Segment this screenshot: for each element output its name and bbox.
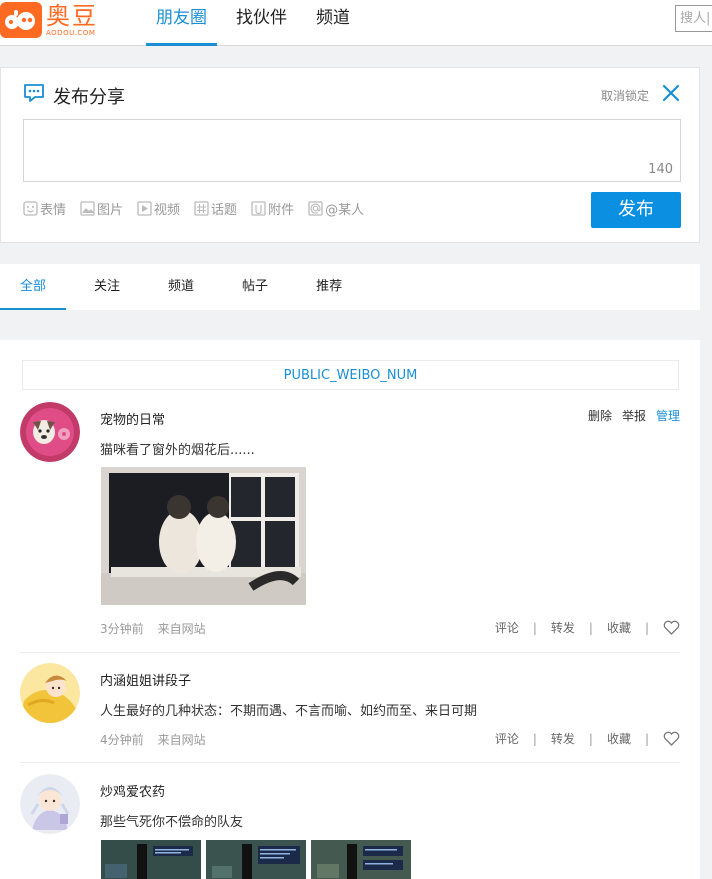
feed-post: 内涵姐姐讲段子 人生最好的几种状态：不期而遇、不言而喻、如约而至、来日可期 4分… [20,663,680,763]
feed-panel: PUBLIC_WEIBO_NUM 宠物的日常 删除 举报 管理 猫咪看了窗外的烟… [0,340,700,879]
logo-mark-icon [0,2,42,38]
publish-toolbar: 表情 图片 视频 话题 附件 @某人 [23,199,378,218]
char-counter: 140 [648,162,673,177]
hashtag-icon [194,201,209,216]
main-nav: 朋友圈 找伙伴 频道 [146,0,369,46]
repost-link[interactable]: 转发 [551,730,575,747]
tool-image[interactable]: 图片 [80,199,123,218]
post-text: 人生最好的几种状态：不期而遇、不言而喻、如约而至、来日可期 [100,704,478,719]
post-time: 4分钟前 [100,733,144,747]
post-actions: 评论 | 转发 | 收藏 | [495,619,680,636]
post-ops: 删除 举报 管理 [578,407,680,424]
chat-bubble-icon [23,82,45,109]
avatar[interactable] [20,774,80,834]
publish-title: 发布分享 [53,86,125,108]
post-source: 来自网站 [157,733,206,747]
tab-channels[interactable]: 频道 [148,264,214,310]
tab-recommended[interactable]: 推荐 [296,264,362,310]
comment-link[interactable]: 评论 [495,730,519,747]
nav-channels[interactable]: 频道 [306,0,360,46]
attachment-icon [251,201,266,216]
tool-mention[interactable]: @某人 [308,199,364,218]
manage-link[interactable]: 管理 [656,407,680,424]
post-image[interactable] [206,840,306,879]
repost-link[interactable]: 转发 [551,619,575,636]
avatar[interactable] [20,402,80,462]
image-icon [80,201,95,216]
delete-link[interactable]: 删除 [588,407,612,424]
logo-text: 奥豆 [46,1,98,30]
public-weibo-count[interactable]: PUBLIC_WEIBO_NUM [22,360,679,390]
avatar[interactable] [20,663,80,723]
search-input[interactable]: 搜人| [675,5,712,32]
favorite-link[interactable]: 收藏 [607,619,631,636]
share-textarea[interactable] [23,119,681,182]
heart-icon[interactable] [663,731,680,746]
post-text: 那些气死你不偿命的队友 [100,815,244,830]
post-source: 来自网站 [157,622,206,636]
post-actions: 评论 | 转发 | 收藏 | [495,730,680,747]
post-image[interactable] [101,467,306,605]
close-icon[interactable] [661,83,681,103]
feed-post: 宠物的日常 删除 举报 管理 猫咪看了窗外的烟花后...... 3分钟前 来自网… [20,402,680,653]
nav-friends-circle[interactable]: 朋友圈 [146,0,217,46]
publish-panel: 发布分享 取消锁定 140 表情 图片 视频 话题 附件 @某人 发布 [0,67,700,243]
post-text: 猫咪看了窗外的烟花后...... [100,443,255,458]
tab-following[interactable]: 关注 [74,264,140,310]
tool-emoji[interactable]: 表情 [23,199,66,218]
post-image[interactable] [101,840,201,879]
tab-posts[interactable]: 帖子 [222,264,288,310]
logo[interactable]: 奥豆 AODOU.COM [0,0,98,40]
nav-find-partners[interactable]: 找伙伴 [226,0,297,46]
post-image[interactable] [311,840,411,879]
feed-post: 炒鸡爱农药 那些气死你不偿命的队友 [20,774,680,879]
tool-attachment[interactable]: 附件 [251,199,294,218]
logo-domain: AODOU.COM [46,28,96,37]
publish-button[interactable]: 发布 [591,192,681,228]
post-username[interactable]: 宠物的日常 [100,409,165,428]
emoji-icon [23,201,38,216]
favorite-link[interactable]: 收藏 [607,730,631,747]
video-icon [137,201,152,216]
feed-tabs: 全部 关注 频道 帖子 推荐 [0,264,700,310]
tab-all[interactable]: 全部 [0,264,67,310]
tool-topic[interactable]: 话题 [194,199,237,218]
post-time: 3分钟前 [100,622,144,636]
top-bar: 奥豆 AODOU.COM 朋友圈 找伙伴 频道 搜人| [0,0,712,46]
comment-link[interactable]: 评论 [495,619,519,636]
at-icon [308,201,323,216]
post-username[interactable]: 内涵姐姐讲段子 [100,670,191,689]
cancel-lock-link[interactable]: 取消锁定 [601,87,649,104]
post-username[interactable]: 炒鸡爱农药 [100,781,165,800]
heart-icon[interactable] [663,620,680,635]
report-link[interactable]: 举报 [622,407,646,424]
tool-video[interactable]: 视频 [137,199,180,218]
